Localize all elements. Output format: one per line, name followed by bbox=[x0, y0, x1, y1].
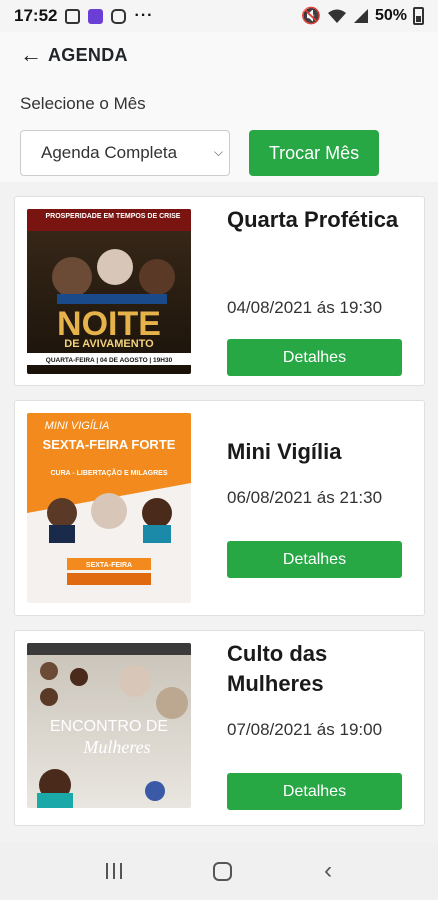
back-navigation[interactable]: ← AGENDA bbox=[20, 44, 128, 66]
status-left: 17:52 ··· bbox=[14, 6, 153, 26]
instagram-notification-icon bbox=[111, 8, 127, 24]
mute-icon: 🔇 bbox=[301, 8, 321, 25]
poster-headline: PROSPERIDADE EM TEMPOS DE CRISE bbox=[46, 213, 181, 220]
status-time: 17:52 bbox=[14, 6, 58, 25]
event-date: 06/08/2021 ás 21:30 bbox=[227, 488, 383, 507]
poster-footer: QUARTA-FEIRA | 04 DE AGOSTO | 19H30 bbox=[46, 357, 173, 364]
chevron-down-icon: ⌵ bbox=[213, 145, 223, 159]
status-bar: 17:52 ··· 🔇 50% bbox=[0, 0, 438, 32]
poster-main: Mulheres bbox=[82, 737, 150, 757]
app-notification-icon bbox=[88, 8, 104, 24]
event-title: Mini Vigília bbox=[227, 439, 342, 464]
event-card: MINI VIGÍLIA SEXTA-FEIRA FORTE CURA - LI… bbox=[14, 400, 425, 616]
event-title: Culto das Mulheres bbox=[227, 641, 328, 696]
system-nav-bar: ‹ bbox=[0, 842, 438, 900]
details-button[interactable]: Detalhes bbox=[227, 773, 402, 810]
event-poster-image[interactable]: MINI VIGÍLIA SEXTA-FEIRA FORTE CURA - LI… bbox=[27, 413, 191, 603]
change-month-button[interactable]: Trocar Mês bbox=[249, 130, 379, 176]
status-right: 🔇 50% bbox=[301, 6, 424, 26]
back-arrow-icon[interactable]: ← bbox=[20, 44, 42, 66]
battery-icon bbox=[413, 7, 424, 25]
month-select-value: Agenda Completa bbox=[41, 143, 178, 162]
month-select-label: Selecione o Mês bbox=[20, 94, 146, 113]
header: ← AGENDA Selecione o Mês Agenda Completa… bbox=[0, 32, 438, 182]
event-poster-image[interactable]: PROSPERIDADE EM TEMPOS DE CRISE NOITE DE… bbox=[27, 209, 191, 374]
poster-main: SEXTA-FEIRA FORTE bbox=[43, 437, 176, 452]
poster-sub: CURA - LIBERTAÇÃO E MILAGRES bbox=[50, 468, 167, 477]
gallery-notification-icon bbox=[65, 8, 81, 24]
poster-sub: DE AVIVAMENTO bbox=[64, 338, 154, 350]
event-card: PROSPERIDADE EM TEMPOS DE CRISE NOITE DE… bbox=[14, 196, 425, 386]
more-notifications-icon: ··· bbox=[134, 7, 154, 24]
wifi-icon bbox=[327, 9, 346, 23]
back-icon[interactable]: ‹ bbox=[324, 857, 332, 885]
recent-apps-icon[interactable] bbox=[105, 863, 122, 879]
event-date: 07/08/2021 ás 19:00 bbox=[227, 720, 383, 739]
battery-percent: 50% bbox=[374, 7, 407, 24]
details-button[interactable]: Detalhes bbox=[227, 541, 402, 578]
signal-icon bbox=[353, 9, 368, 23]
poster-footer: SEXTA-FEIRA bbox=[86, 562, 132, 569]
month-select[interactable]: Agenda Completa ⌵ bbox=[20, 130, 230, 176]
poster-headline: ENCONTRO DE bbox=[50, 718, 168, 735]
event-poster-image[interactable]: ENCONTRO DE Mulheres bbox=[27, 643, 191, 808]
poster-headline: MINI VIGÍLIA bbox=[45, 419, 110, 432]
event-card: ENCONTRO DE Mulheres Culto das Mulheres … bbox=[14, 630, 425, 826]
event-date: 04/08/2021 ás 19:30 bbox=[227, 298, 383, 317]
details-button[interactable]: Detalhes bbox=[227, 339, 402, 376]
event-title: Quarta Profética bbox=[227, 207, 399, 232]
page-title: AGENDA bbox=[48, 44, 128, 65]
home-icon[interactable] bbox=[213, 861, 233, 881]
